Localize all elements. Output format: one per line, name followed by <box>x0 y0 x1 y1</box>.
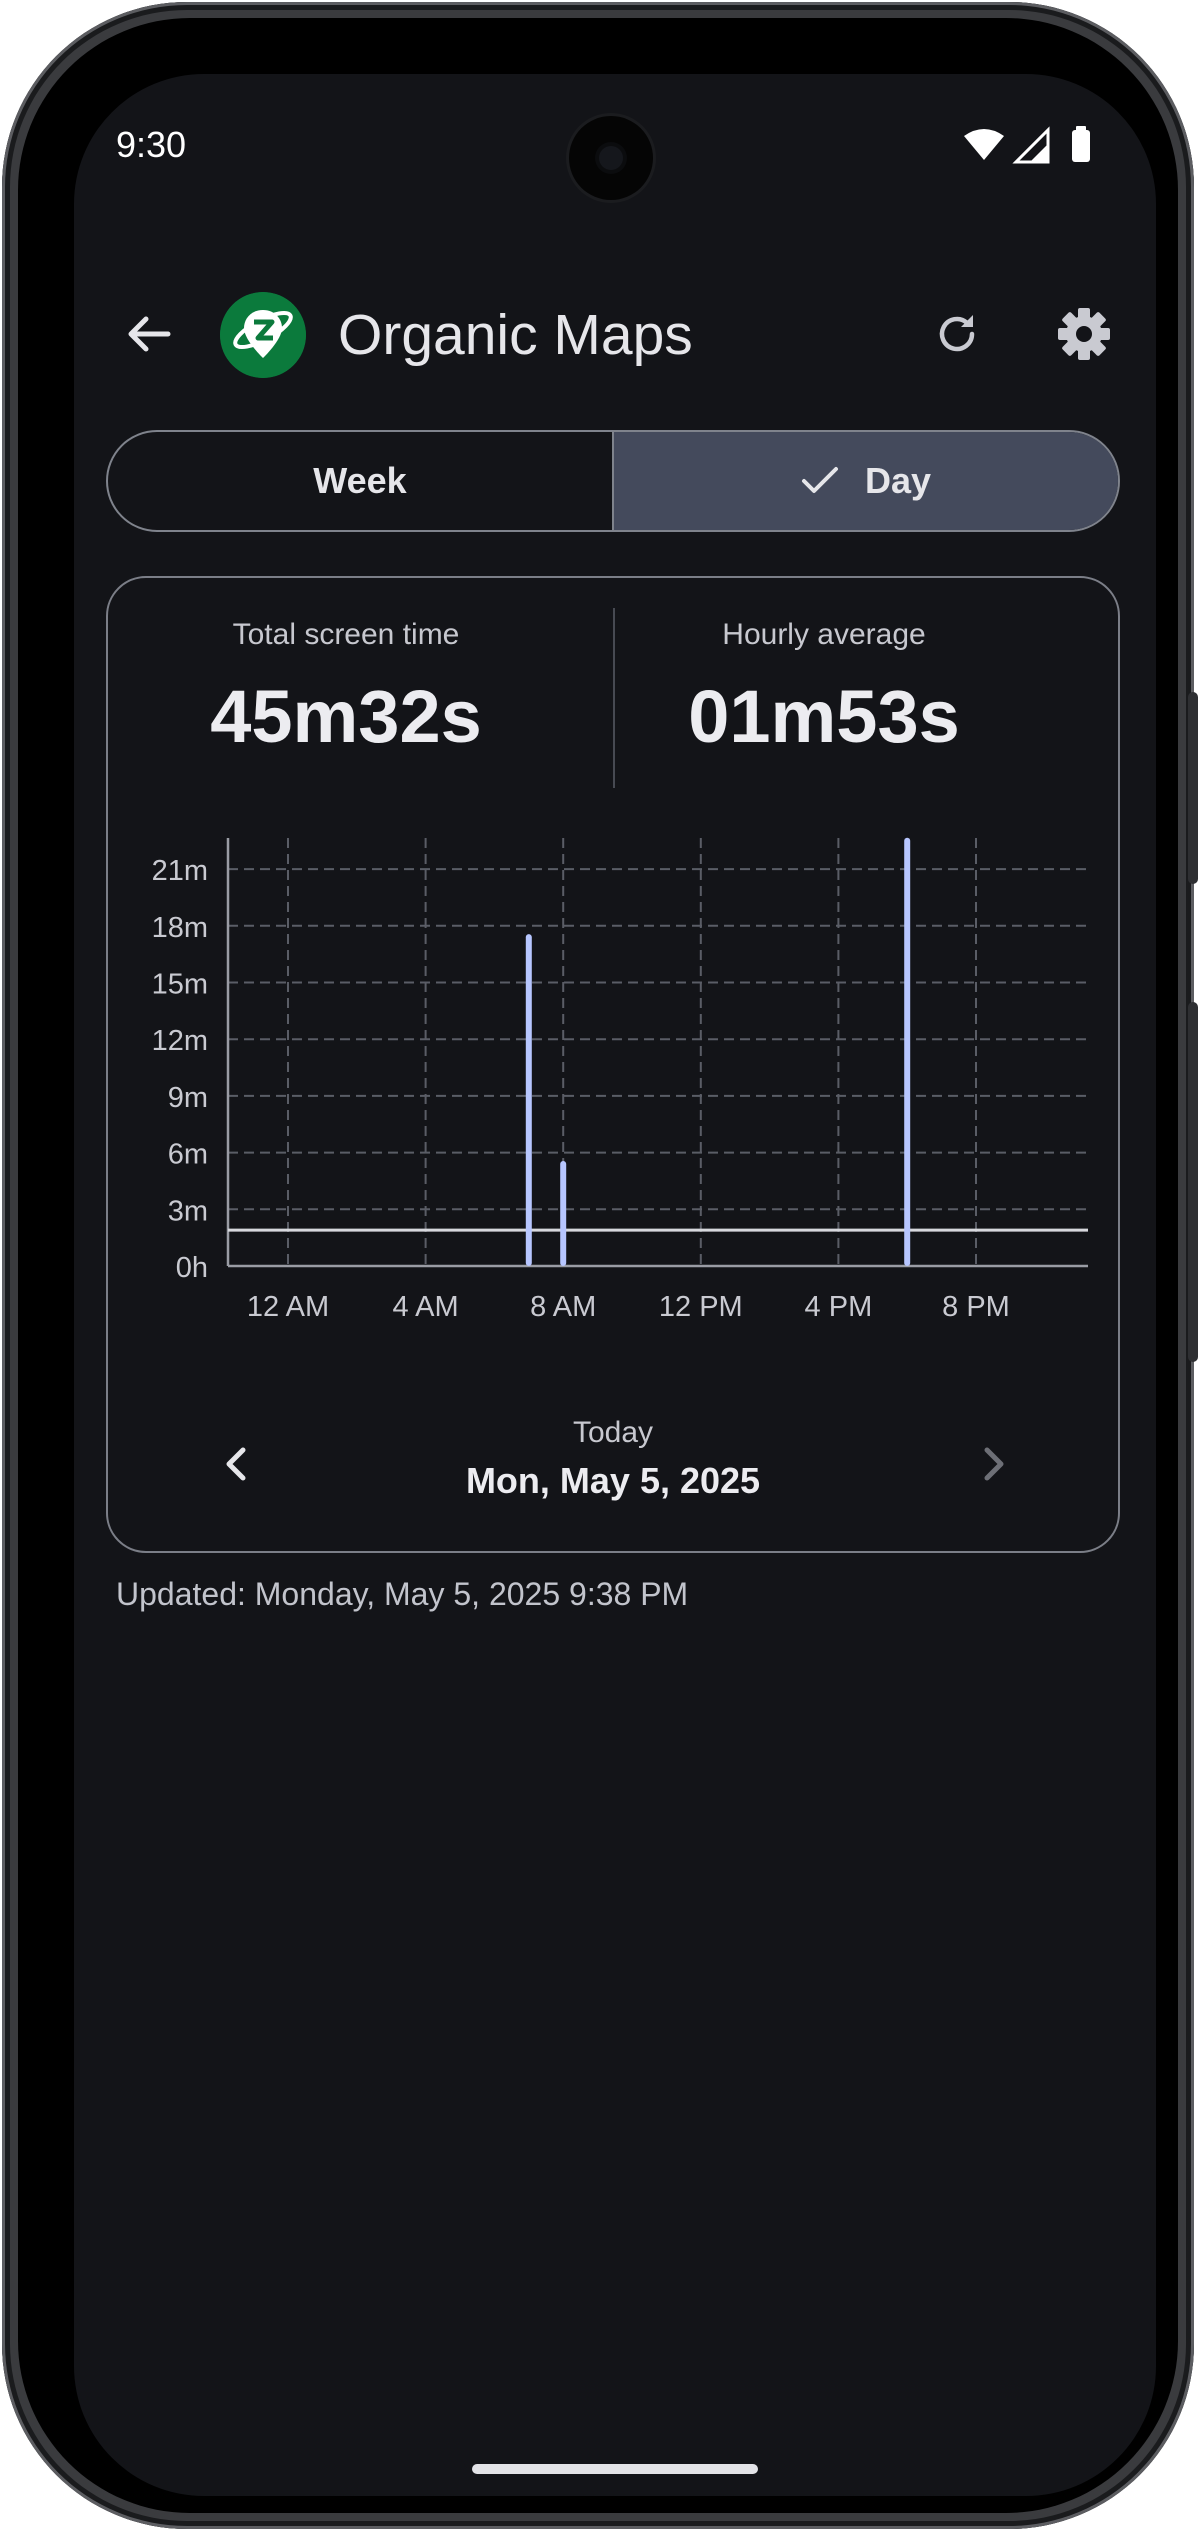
y-tick-label: 6m <box>168 1139 208 1171</box>
x-tick-label: 4 AM <box>393 1291 459 1323</box>
home-indicator[interactable] <box>472 2464 758 2474</box>
usage-card: Total screen time 45m32s Hourly average … <box>106 576 1120 1553</box>
usage-chart: 0h 3m 6m 9m 12m 15m 18m 21m 12 AM 4 AM 8 AM 12 PM 4 … <box>152 837 1088 1323</box>
x-tick-label: 12 PM <box>659 1291 743 1323</box>
status-time: 9:30 <box>116 124 187 165</box>
total-screen-time-value: 45m32s <box>210 675 482 758</box>
arrow-left-icon <box>128 316 171 352</box>
x-tick-label: 4 PM <box>805 1291 873 1323</box>
refresh-icon <box>939 315 975 352</box>
organic-maps-logo <box>220 292 306 378</box>
gear-icon <box>1058 308 1110 360</box>
x-tick-label: 8 AM <box>530 1291 596 1323</box>
settings-button[interactable] <box>1046 296 1122 372</box>
next-day-button[interactable] <box>966 1436 1022 1492</box>
screen: 9:30 Organic Maps Week Day Total screen … <box>74 74 1156 2496</box>
y-tick-label: 9m <box>168 1082 208 1114</box>
front-camera <box>569 116 653 200</box>
date-navigation: Today Mon, May 5, 2025 <box>108 1416 1118 1516</box>
hourly-average-value: 01m53s <box>688 675 960 758</box>
status-icons <box>964 126 1090 164</box>
tab-week-label: Week <box>313 460 407 501</box>
x-tick-label: 8 PM <box>942 1291 1010 1323</box>
top-app-bar: Organic Maps <box>74 274 1156 394</box>
x-tick-label: 12 AM <box>247 1291 329 1323</box>
app-icon <box>220 292 306 378</box>
tab-day[interactable]: Day <box>614 432 1118 530</box>
y-tick-label: 15m <box>152 969 208 1001</box>
chevron-right-icon <box>984 1447 1004 1481</box>
volume-button <box>1188 692 1198 884</box>
y-tick-label: 21m <box>152 855 208 887</box>
y-tick-label: 18m <box>152 912 208 944</box>
period-toggle: Week Day <box>106 430 1120 532</box>
phone-frame: 9:30 Organic Maps Week Day Total screen … <box>2 2 1198 2529</box>
hourly-average: Hourly average 01m53s <box>586 618 1062 759</box>
hourly-average-label: Hourly average <box>722 618 926 651</box>
updated-timestamp: Updated: Monday, May 5, 2025 9:38 PM <box>116 1576 689 1612</box>
total-screen-time: Total screen time 45m32s <box>108 618 584 759</box>
refresh-button[interactable] <box>922 299 992 369</box>
back-button[interactable] <box>114 299 184 369</box>
tab-day-label: Day <box>864 460 932 501</box>
battery-icon <box>1072 126 1090 162</box>
wifi-icon <box>964 129 1004 160</box>
total-screen-time-label: Total screen time <box>232 618 460 651</box>
app-title: Organic Maps <box>338 303 693 367</box>
y-tick-label: 3m <box>168 1195 208 1227</box>
y-tick-label: 12m <box>152 1025 208 1057</box>
tab-week[interactable]: Week <box>108 432 614 530</box>
power-button <box>1188 1002 1198 1362</box>
phone-bezel: 9:30 Organic Maps Week Day Total screen … <box>18 18 1178 2513</box>
y-tick-label: 0h <box>176 1252 208 1284</box>
check-icon <box>801 467 838 493</box>
